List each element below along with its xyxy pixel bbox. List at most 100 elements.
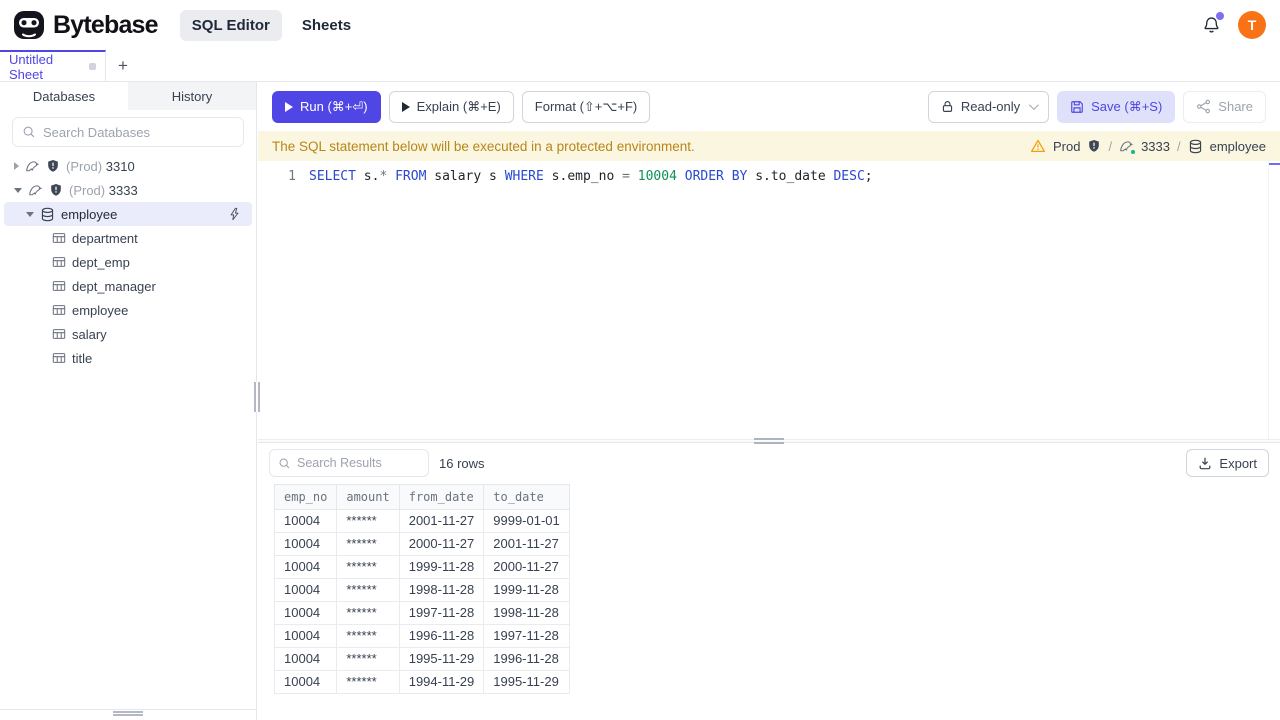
search-icon (279, 458, 290, 468)
share-button-label: Share (1218, 99, 1253, 114)
nav-sheets[interactable]: Sheets (290, 10, 363, 41)
warning-icon (1030, 139, 1046, 153)
tree-instance-3333[interactable]: (Prod) 3333 (0, 178, 256, 202)
download-icon (1199, 457, 1211, 470)
column-header-from_date[interactable]: from_date (398, 483, 485, 510)
lightning-icon (230, 207, 239, 221)
column-header-to_date[interactable]: to_date (483, 483, 570, 510)
results-search-input[interactable] (297, 456, 420, 470)
banner-message: The SQL statement below will be executed… (272, 138, 695, 154)
format-button-label: Format (⇧+⌥+F) (534, 98, 638, 114)
readonly-mode-button[interactable]: Read-only (927, 90, 1050, 123)
share-button[interactable]: Share (1183, 90, 1266, 123)
connection-breadcrumb: Prod / 3333 / employee (1030, 138, 1266, 155)
save-button[interactable]: Save (⌘+S) (1057, 90, 1176, 123)
run-button[interactable]: Run (⌘+⏎) (272, 90, 381, 123)
main-panel: Run (⌘+⏎) Explain (⌘+E) Format (⇧+⌥+F) R… (258, 82, 1280, 720)
breadcrumb-separator: / (1108, 138, 1113, 154)
cell-from_date: 1995-11-29 (398, 646, 485, 671)
bytebase-logo-icon (14, 11, 44, 39)
sql-token: ORDER BY (684, 168, 748, 184)
cell-emp_no: 10004 (274, 554, 338, 579)
new-sheet-button[interactable]: + (106, 50, 140, 81)
sidebar-table-salary[interactable]: salary (0, 322, 256, 346)
sheet-tab-label: Untitled Sheet (9, 51, 54, 82)
cell-amount: ****** (336, 669, 400, 694)
sql-token: ; (864, 168, 873, 184)
table-label: dept_manager (72, 278, 156, 294)
table-row: 10004 ****** 1997-11-28 1998-11-28 (274, 600, 570, 625)
database-search[interactable] (12, 117, 244, 147)
tab-databases[interactable]: Databases (0, 82, 128, 110)
sidebar-table-dept_manager[interactable]: dept_manager (0, 274, 256, 298)
sql-token: 10004 (637, 168, 677, 184)
overview-ruler (1268, 161, 1269, 439)
nav-sql-editor[interactable]: SQL Editor (179, 9, 282, 41)
bytebase-logo[interactable]: Bytebase (12, 8, 159, 42)
results-header: 16 rows Export (258, 443, 1280, 484)
app-header: Bytebase SQL Editor Sheets T (0, 0, 1280, 50)
sheet-tabbar: Untitled Sheet + (0, 50, 1280, 82)
sidebar-table-dept_emp[interactable]: dept_emp (0, 250, 256, 274)
database-icon (1189, 139, 1201, 153)
header-right: T (1200, 11, 1280, 39)
cell-to_date: 2000-11-27 (483, 554, 570, 579)
notifications-button[interactable] (1200, 12, 1224, 36)
sql-token: s.to_date (747, 168, 834, 184)
sidebar-table-title[interactable]: title (0, 346, 256, 370)
connection-status-dot (1130, 148, 1137, 155)
overview-ruler-cursor (1269, 163, 1280, 165)
split-divider (258, 437, 1280, 444)
cell-amount: ****** (336, 531, 400, 556)
chevron-down-icon (14, 187, 22, 193)
explain-button[interactable]: Explain (⌘+E) (388, 90, 514, 123)
line-number: 1 (288, 168, 296, 184)
tree-instance-3310[interactable]: (Prod) 3310 (0, 154, 256, 178)
sidebar-table-employee[interactable]: employee (0, 298, 256, 322)
database-search-input[interactable] (43, 124, 234, 140)
user-avatar[interactable]: T (1238, 11, 1266, 39)
table-label: salary (72, 326, 107, 342)
tab-untitled-sheet[interactable]: Untitled Sheet (0, 50, 106, 82)
protected-env-banner: The SQL statement below will be executed… (258, 131, 1280, 161)
cell-amount: ****** (336, 554, 400, 579)
table-label: dept_emp (72, 254, 130, 270)
sidebar-resize-handle[interactable] (254, 382, 260, 412)
sidebar-bottom-divider (0, 709, 256, 710)
chevron-down-icon (26, 211, 34, 217)
results-resize-handle[interactable] (754, 437, 784, 444)
results-grid: emp_no amount from_date to_date 10004 ******… (274, 483, 1280, 720)
database-label: employee (61, 206, 118, 222)
instance-env-label: (Prod) (66, 158, 103, 174)
database-tree: (Prod) 3310 (Prod) 3333 employee departm… (0, 154, 256, 370)
instance-name-label: 3333 (108, 182, 138, 198)
table-row: 10004 ****** 1998-11-28 1999-11-28 (274, 577, 570, 602)
table-label: department (72, 230, 138, 246)
cell-from_date: 2000-11-27 (398, 531, 485, 556)
tree-database-employee[interactable]: employee (4, 202, 252, 226)
sql-editor[interactable]: 1 SELECT s.* FROM salary s WHERE s.emp_n… (258, 161, 1280, 439)
table-icon (52, 329, 66, 339)
editor-toolbar: Run (⌘+⏎) Explain (⌘+E) Format (⇧+⌥+F) R… (258, 82, 1280, 131)
cell-emp_no: 10004 (274, 508, 338, 533)
export-button[interactable]: Export (1186, 449, 1269, 477)
sql-token: DESC (833, 168, 865, 184)
sidebar-table-department[interactable]: department (0, 226, 256, 250)
cell-to_date: 9999-01-01 (483, 508, 570, 533)
shield-icon (48, 160, 58, 172)
sql-token: FROM (395, 168, 427, 184)
results-search[interactable] (269, 449, 429, 477)
column-header-emp_no[interactable]: emp_no (274, 483, 338, 510)
format-button[interactable]: Format (⇧+⌥+F) (521, 90, 651, 123)
brand-title[interactable]: Bytebase (53, 11, 159, 40)
unsaved-indicator (89, 63, 96, 70)
table-label: title (72, 350, 93, 366)
table-row: 10004 ****** 1999-11-28 2000-11-27 (274, 554, 570, 579)
share-icon (1197, 99, 1211, 114)
play-icon (285, 101, 293, 112)
tab-history[interactable]: History (128, 82, 256, 110)
column-header-amount[interactable]: amount (336, 483, 400, 510)
sidebar-bottom-resize-handle[interactable] (113, 711, 143, 716)
cell-to_date: 1996-11-28 (483, 646, 570, 671)
